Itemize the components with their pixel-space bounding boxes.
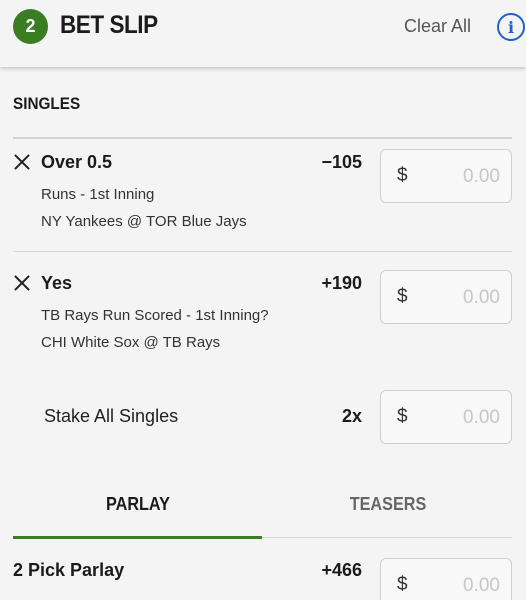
stake-all-multiplier: 2x [341,406,362,426]
bet-slip-header: 2 BET SLIP Clear All i [0,0,526,67]
selection-market: Runs - 1st Inning [41,186,155,203]
tab-parlay[interactable]: PARLAY [26,494,251,515]
selection-odds: −105 [321,152,362,172]
stake-input[interactable]: $ 0.00 [380,270,512,324]
selection-event: CHI White Sox @ TB Rays [41,334,221,351]
singles-divider [13,137,512,139]
clear-all-button[interactable]: Clear All [404,16,471,37]
bet-count-badge: 2 [13,9,48,44]
close-icon[interactable] [13,274,31,292]
stake-input[interactable]: $ 0.00 [380,149,512,203]
bet-divider [13,251,512,252]
stake-placeholder: 0.00 [463,287,500,308]
currency-symbol: $ [397,286,408,307]
parlay-name: 2 Pick Parlay [13,560,125,580]
selection-market: TB Rays Run Scored - 1st Inning? [41,307,269,324]
stake-placeholder: 0.00 [463,407,500,428]
parlay-stake-input[interactable]: $ 0.00 [380,558,512,600]
selection-event: NY Yankees @ TOR Blue Jays [41,213,247,230]
close-icon[interactable] [13,153,31,171]
selection-odds: +190 [321,273,362,293]
stake-placeholder: 0.00 [463,575,500,596]
parlay-odds: +466 [321,560,362,580]
stake-all-input[interactable]: $ 0.00 [380,390,512,444]
bet-slip-title: BET SLIP [60,11,158,39]
selection-name: Yes [41,273,73,293]
stake-all-singles-label: Stake All Singles [44,406,179,426]
currency-symbol: $ [397,406,408,427]
currency-symbol: $ [397,574,408,595]
stake-placeholder: 0.00 [463,166,500,187]
singles-section-title: SINGLES [13,94,81,113]
selection-name: Over 0.5 [41,152,113,172]
tab-teasers[interactable]: TEASERS [276,494,501,515]
active-tab-indicator [13,536,262,539]
info-icon[interactable]: i [497,13,525,41]
currency-symbol: $ [397,165,408,186]
